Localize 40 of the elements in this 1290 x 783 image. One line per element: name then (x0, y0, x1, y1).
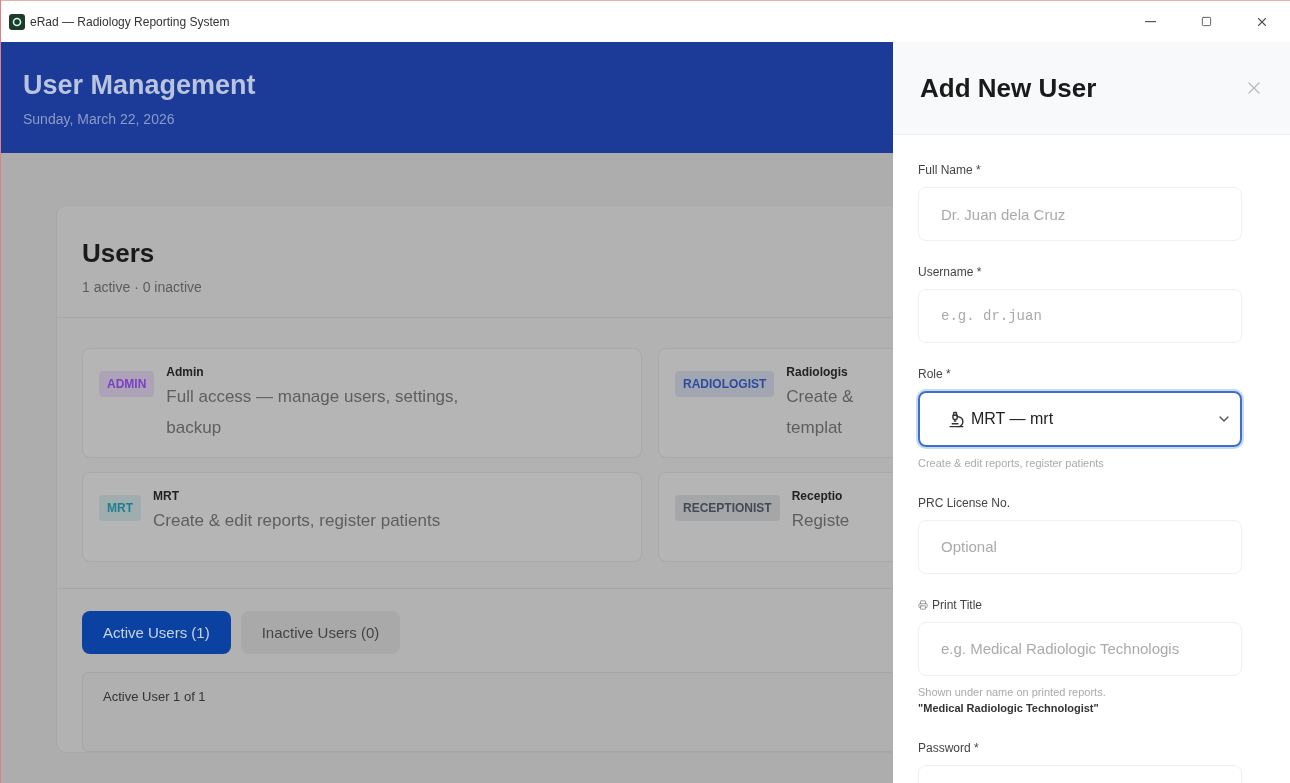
role-description: backup (166, 417, 223, 440)
field-label: Username * (918, 265, 983, 279)
role-badge: MRT (99, 495, 141, 522)
input-field[interactable]: e.g. dr.juan (918, 289, 1242, 343)
role-name: MRT (153, 489, 180, 504)
role-description: Registe (791, 510, 850, 533)
role-name: Admin (166, 365, 205, 379)
minimize-icon (1144, 20, 1156, 23)
field-label: Print Title (932, 597, 982, 612)
field-label: Password * (918, 740, 980, 755)
role-name: Receptio (791, 489, 844, 504)
app-icon (9, 13, 25, 30)
field-help: Shown under name on printed reports. "Medical Radiologic Technologist" (918, 684, 1107, 716)
role-badge: RADIOLOGIST (675, 371, 775, 397)
input-field[interactable]: Optional (918, 519, 1242, 574)
field-label: Full Name * (918, 163, 982, 177)
panel-title: Add New User (920, 72, 1097, 104)
user-summary: 1 active · 0 inactive (82, 279, 203, 295)
role-select[interactable]: MRT — mrt (918, 391, 1242, 447)
window-title: eRad — Radiology Reporting System (30, 14, 231, 29)
field-label: Role * (918, 367, 952, 381)
section-title: Users (82, 238, 156, 269)
role-description: Full access — manage users, settings, (166, 386, 459, 408)
role-description: Create & (786, 386, 854, 408)
maximize-icon (1200, 16, 1212, 27)
role-name: Radiologis (786, 365, 849, 379)
microscope-icon (948, 410, 965, 428)
list-caption: Active User 1 of 1 (103, 689, 206, 705)
role-badge: RECEPTIONIST (675, 495, 780, 522)
field-label: PRC License No. (918, 495, 1012, 510)
input-field[interactable]: e.g. Medical Radiologic Technologis (918, 621, 1242, 676)
role-description: Create & edit reports, register patients (153, 510, 441, 533)
role-badge: ADMIN (99, 371, 155, 397)
field-help: Create & edit reports, register patients (918, 456, 1105, 471)
users-tab[interactable]: Active Users (1) (82, 611, 231, 655)
page-title: User Management (23, 70, 257, 101)
users-tab[interactable]: Inactive Users (0) (240, 611, 401, 655)
input-field[interactable]: Dr. Juan dela Cruz (918, 187, 1242, 241)
role-description: templat (786, 417, 844, 440)
page-date: Sunday, March 22, 2026 (23, 111, 176, 127)
